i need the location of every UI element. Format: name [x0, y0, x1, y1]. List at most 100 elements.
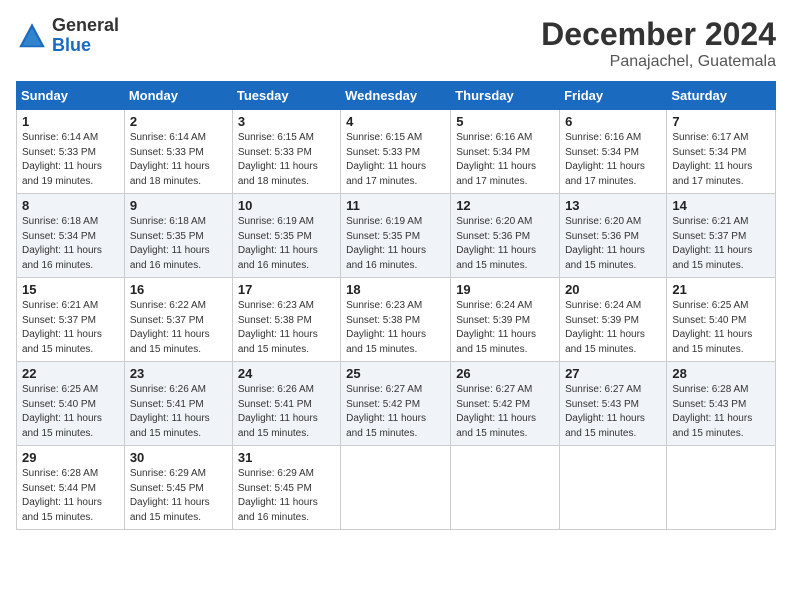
week-row-2: 8 Sunrise: 6:18 AMSunset: 5:34 PMDayligh… [17, 194, 776, 278]
day-number: 10 [238, 198, 335, 213]
day-info: Sunrise: 6:25 AMSunset: 5:40 PMDaylight:… [22, 384, 102, 439]
day-number: 25 [346, 366, 445, 381]
day-info: Sunrise: 6:27 AMSunset: 5:43 PMDaylight:… [565, 384, 645, 439]
day-number: 9 [130, 198, 227, 213]
col-saturday: Saturday [667, 82, 776, 110]
day-info: Sunrise: 6:25 AMSunset: 5:40 PMDaylight:… [672, 300, 752, 355]
calendar-cell: 24 Sunrise: 6:26 AMSunset: 5:41 PMDaylig… [232, 362, 340, 446]
day-info: Sunrise: 6:29 AMSunset: 5:45 PMDaylight:… [130, 468, 210, 523]
calendar-cell: 10 Sunrise: 6:19 AMSunset: 5:35 PMDaylig… [232, 194, 340, 278]
day-number: 12 [456, 198, 554, 213]
col-wednesday: Wednesday [341, 82, 451, 110]
day-info: Sunrise: 6:14 AMSunset: 5:33 PMDaylight:… [130, 132, 210, 187]
day-number: 13 [565, 198, 661, 213]
day-number: 15 [22, 282, 119, 297]
day-info: Sunrise: 6:24 AMSunset: 5:39 PMDaylight:… [456, 300, 536, 355]
calendar-header-row: Sunday Monday Tuesday Wednesday Thursday… [17, 82, 776, 110]
day-number: 6 [565, 114, 661, 129]
calendar-cell [451, 446, 560, 530]
calendar-cell: 29 Sunrise: 6:28 AMSunset: 5:44 PMDaylig… [17, 446, 125, 530]
day-number: 17 [238, 282, 335, 297]
logo-icon [16, 20, 48, 52]
day-info: Sunrise: 6:23 AMSunset: 5:38 PMDaylight:… [238, 300, 318, 355]
calendar-cell: 26 Sunrise: 6:27 AMSunset: 5:42 PMDaylig… [451, 362, 560, 446]
calendar-cell: 17 Sunrise: 6:23 AMSunset: 5:38 PMDaylig… [232, 278, 340, 362]
col-friday: Friday [560, 82, 667, 110]
calendar-cell: 23 Sunrise: 6:26 AMSunset: 5:41 PMDaylig… [124, 362, 232, 446]
day-number: 1 [22, 114, 119, 129]
day-number: 2 [130, 114, 227, 129]
col-tuesday: Tuesday [232, 82, 340, 110]
col-sunday: Sunday [17, 82, 125, 110]
day-number: 7 [672, 114, 770, 129]
day-number: 19 [456, 282, 554, 297]
day-number: 16 [130, 282, 227, 297]
day-number: 30 [130, 450, 227, 465]
calendar-cell: 12 Sunrise: 6:20 AMSunset: 5:36 PMDaylig… [451, 194, 560, 278]
day-number: 31 [238, 450, 335, 465]
day-info: Sunrise: 6:26 AMSunset: 5:41 PMDaylight:… [238, 384, 318, 439]
day-number: 14 [672, 198, 770, 213]
calendar-cell: 1 Sunrise: 6:14 AMSunset: 5:33 PMDayligh… [17, 110, 125, 194]
day-info: Sunrise: 6:20 AMSunset: 5:36 PMDaylight:… [565, 216, 645, 271]
day-info: Sunrise: 6:28 AMSunset: 5:43 PMDaylight:… [672, 384, 752, 439]
calendar-cell: 20 Sunrise: 6:24 AMSunset: 5:39 PMDaylig… [560, 278, 667, 362]
week-row-5: 29 Sunrise: 6:28 AMSunset: 5:44 PMDaylig… [17, 446, 776, 530]
calendar-cell: 19 Sunrise: 6:24 AMSunset: 5:39 PMDaylig… [451, 278, 560, 362]
day-number: 18 [346, 282, 445, 297]
day-info: Sunrise: 6:27 AMSunset: 5:42 PMDaylight:… [456, 384, 536, 439]
day-number: 3 [238, 114, 335, 129]
day-info: Sunrise: 6:27 AMSunset: 5:42 PMDaylight:… [346, 384, 426, 439]
day-info: Sunrise: 6:22 AMSunset: 5:37 PMDaylight:… [130, 300, 210, 355]
col-thursday: Thursday [451, 82, 560, 110]
day-number: 20 [565, 282, 661, 297]
day-number: 21 [672, 282, 770, 297]
logo: General Blue [16, 16, 119, 56]
calendar-cell: 27 Sunrise: 6:27 AMSunset: 5:43 PMDaylig… [560, 362, 667, 446]
day-info: Sunrise: 6:20 AMSunset: 5:36 PMDaylight:… [456, 216, 536, 271]
day-info: Sunrise: 6:21 AMSunset: 5:37 PMDaylight:… [22, 300, 102, 355]
calendar-cell: 6 Sunrise: 6:16 AMSunset: 5:34 PMDayligh… [560, 110, 667, 194]
calendar-cell: 21 Sunrise: 6:25 AMSunset: 5:40 PMDaylig… [667, 278, 776, 362]
calendar-cell: 7 Sunrise: 6:17 AMSunset: 5:34 PMDayligh… [667, 110, 776, 194]
calendar-cell: 25 Sunrise: 6:27 AMSunset: 5:42 PMDaylig… [341, 362, 451, 446]
calendar-cell: 13 Sunrise: 6:20 AMSunset: 5:36 PMDaylig… [560, 194, 667, 278]
logo-blue-text: Blue [52, 36, 119, 56]
day-number: 5 [456, 114, 554, 129]
calendar-cell: 11 Sunrise: 6:19 AMSunset: 5:35 PMDaylig… [341, 194, 451, 278]
logo-text: General Blue [52, 16, 119, 56]
calendar-table: Sunday Monday Tuesday Wednesday Thursday… [16, 81, 776, 530]
calendar-cell [667, 446, 776, 530]
calendar-cell: 31 Sunrise: 6:29 AMSunset: 5:45 PMDaylig… [232, 446, 340, 530]
week-row-3: 15 Sunrise: 6:21 AMSunset: 5:37 PMDaylig… [17, 278, 776, 362]
day-info: Sunrise: 6:17 AMSunset: 5:34 PMDaylight:… [672, 132, 752, 187]
col-monday: Monday [124, 82, 232, 110]
day-info: Sunrise: 6:14 AMSunset: 5:33 PMDaylight:… [22, 132, 102, 187]
day-number: 11 [346, 198, 445, 213]
day-number: 26 [456, 366, 554, 381]
calendar-cell: 9 Sunrise: 6:18 AMSunset: 5:35 PMDayligh… [124, 194, 232, 278]
month-year-title: December 2024 [541, 16, 776, 53]
week-row-1: 1 Sunrise: 6:14 AMSunset: 5:33 PMDayligh… [17, 110, 776, 194]
title-block: December 2024 Panajachel, Guatemala [541, 16, 776, 71]
calendar-cell: 28 Sunrise: 6:28 AMSunset: 5:43 PMDaylig… [667, 362, 776, 446]
calendar-cell: 14 Sunrise: 6:21 AMSunset: 5:37 PMDaylig… [667, 194, 776, 278]
day-info: Sunrise: 6:19 AMSunset: 5:35 PMDaylight:… [238, 216, 318, 271]
day-info: Sunrise: 6:29 AMSunset: 5:45 PMDaylight:… [238, 468, 318, 523]
calendar-cell: 18 Sunrise: 6:23 AMSunset: 5:38 PMDaylig… [341, 278, 451, 362]
day-number: 28 [672, 366, 770, 381]
calendar-cell: 4 Sunrise: 6:15 AMSunset: 5:33 PMDayligh… [341, 110, 451, 194]
day-info: Sunrise: 6:15 AMSunset: 5:33 PMDaylight:… [238, 132, 318, 187]
calendar-cell: 3 Sunrise: 6:15 AMSunset: 5:33 PMDayligh… [232, 110, 340, 194]
day-info: Sunrise: 6:16 AMSunset: 5:34 PMDaylight:… [565, 132, 645, 187]
day-info: Sunrise: 6:24 AMSunset: 5:39 PMDaylight:… [565, 300, 645, 355]
day-number: 23 [130, 366, 227, 381]
calendar-cell: 16 Sunrise: 6:22 AMSunset: 5:37 PMDaylig… [124, 278, 232, 362]
calendar-cell: 30 Sunrise: 6:29 AMSunset: 5:45 PMDaylig… [124, 446, 232, 530]
day-info: Sunrise: 6:19 AMSunset: 5:35 PMDaylight:… [346, 216, 426, 271]
day-number: 27 [565, 366, 661, 381]
calendar-cell: 8 Sunrise: 6:18 AMSunset: 5:34 PMDayligh… [17, 194, 125, 278]
day-info: Sunrise: 6:18 AMSunset: 5:35 PMDaylight:… [130, 216, 210, 271]
page-header: General Blue December 2024 Panajachel, G… [16, 16, 776, 71]
calendar-cell: 5 Sunrise: 6:16 AMSunset: 5:34 PMDayligh… [451, 110, 560, 194]
